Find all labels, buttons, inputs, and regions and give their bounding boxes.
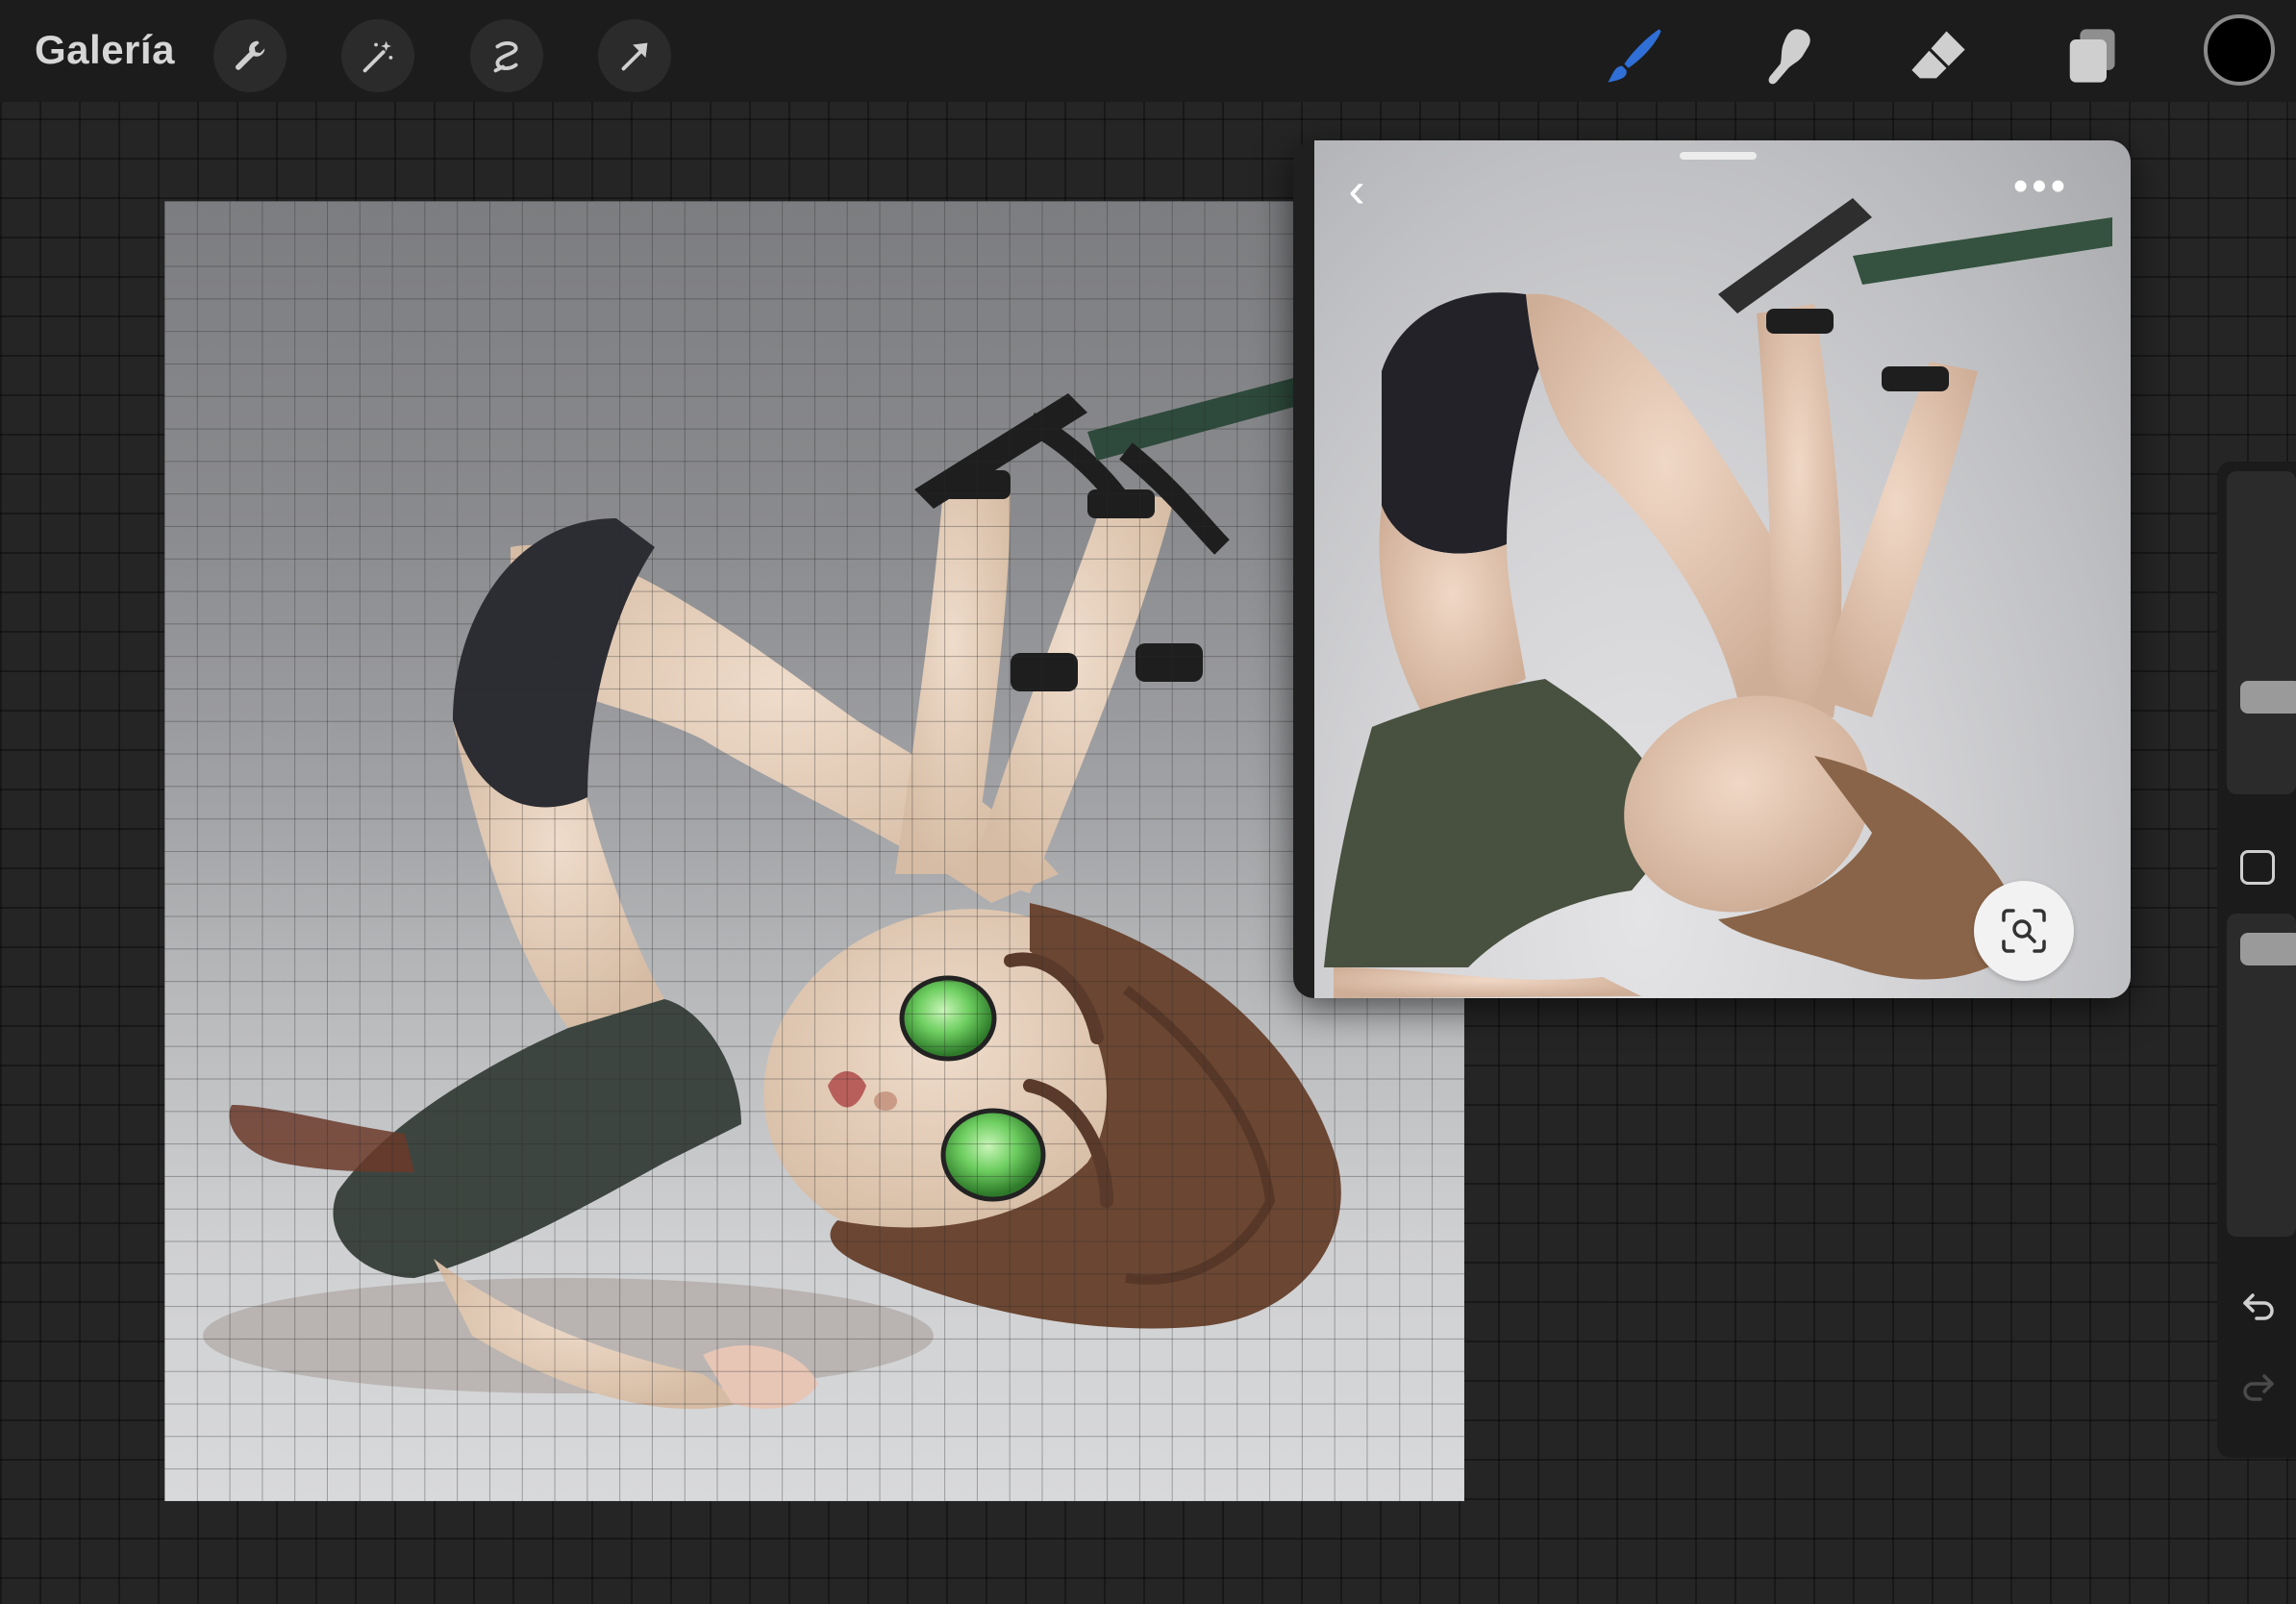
chevron-left-icon: ‹: [1348, 163, 1365, 218]
brush-icon: [1608, 29, 1661, 83]
selection-icon: [493, 41, 518, 73]
actions-wrench-button[interactable]: [213, 19, 287, 92]
smudge-tool-button[interactable]: [1748, 17, 1825, 94]
reference-window[interactable]: ‹ •••: [1293, 140, 2131, 998]
gallery-button[interactable]: Galería: [35, 27, 175, 73]
back-button[interactable]: ‹: [1330, 163, 1384, 217]
opacity-thumb[interactable]: [2240, 933, 2296, 965]
eraser-tool-button[interactable]: [1900, 17, 1977, 94]
undo-button[interactable]: [2234, 1281, 2283, 1329]
drawing-canvas[interactable]: [164, 201, 1464, 1501]
transform-arrow-icon: [621, 42, 648, 71]
layers-icon: [2069, 29, 2115, 83]
digital-painting: [203, 374, 1341, 1410]
transform-button[interactable]: [598, 19, 671, 92]
visual-lookup-icon: [2002, 909, 2046, 953]
modify-square-button[interactable]: [2240, 850, 2275, 885]
side-toolbar: [2217, 462, 2296, 1458]
reference-photo-image: [1324, 198, 2112, 998]
brush-size-slider[interactable]: [2227, 471, 2296, 794]
layers-button[interactable]: [2052, 17, 2129, 94]
eraser-icon: [1911, 31, 1965, 79]
brush-size-thumb[interactable]: [2240, 681, 2296, 714]
top-toolbar: Galería: [0, 0, 2296, 102]
undo-icon: [2243, 1293, 2274, 1320]
opacity-slider[interactable]: [2227, 914, 2296, 1237]
magic-wand-icon: [362, 40, 393, 73]
window-drag-handle[interactable]: [1680, 152, 1757, 160]
redo-button[interactable]: [2234, 1362, 2283, 1410]
more-options-button[interactable]: •••: [2003, 165, 2080, 208]
selection-button[interactable]: [470, 19, 543, 92]
smudge-icon: [1768, 29, 1810, 85]
redo-icon: [2243, 1374, 2274, 1401]
reference-photo: [1314, 140, 2131, 998]
color-picker-swatch[interactable]: [2204, 14, 2275, 86]
brush-tool-button[interactable]: [1596, 17, 1673, 94]
wrench-icon: [236, 40, 265, 70]
visual-lookup-button[interactable]: [1974, 881, 2074, 981]
adjustments-button[interactable]: [341, 19, 414, 92]
